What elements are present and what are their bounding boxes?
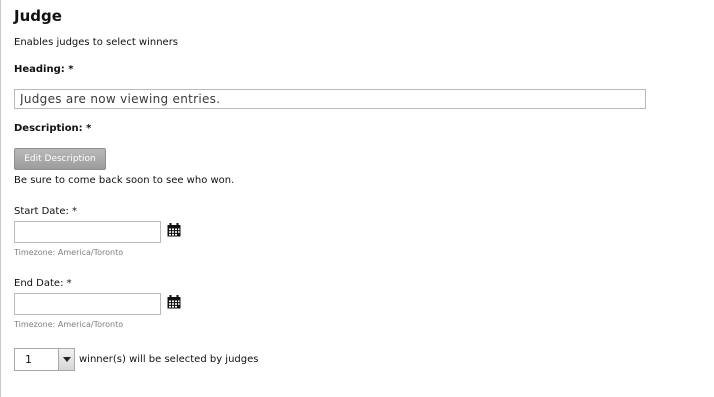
heading-input[interactable] <box>14 89 646 109</box>
section-title: Judge <box>14 7 62 25</box>
end-date-timezone: Timezone: America/Toronto <box>14 320 124 329</box>
section-subtitle: Enables judges to select winners <box>14 37 179 48</box>
description-label: Description: * <box>14 123 92 134</box>
heading-label: Heading: * <box>14 64 74 75</box>
calendar-icon[interactable] <box>167 295 181 309</box>
winners-count-select[interactable]: 1 <box>14 348 75 371</box>
winners-description: winner(s) will be selected by judges <box>79 354 259 365</box>
description-text: Be sure to come back soon to see who won… <box>14 175 235 186</box>
start-date-timezone: Timezone: America/Toronto <box>14 248 124 257</box>
chevron-down-icon[interactable] <box>58 349 74 370</box>
start-date-input[interactable] <box>14 221 161 243</box>
edit-description-button[interactable]: Edit Description <box>14 148 106 170</box>
winners-count-value: 1 <box>25 353 32 366</box>
start-date-label: Start Date: * <box>14 206 78 217</box>
calendar-icon[interactable] <box>167 223 181 237</box>
end-date-label: End Date: * <box>14 278 72 289</box>
end-date-input[interactable] <box>14 293 161 315</box>
